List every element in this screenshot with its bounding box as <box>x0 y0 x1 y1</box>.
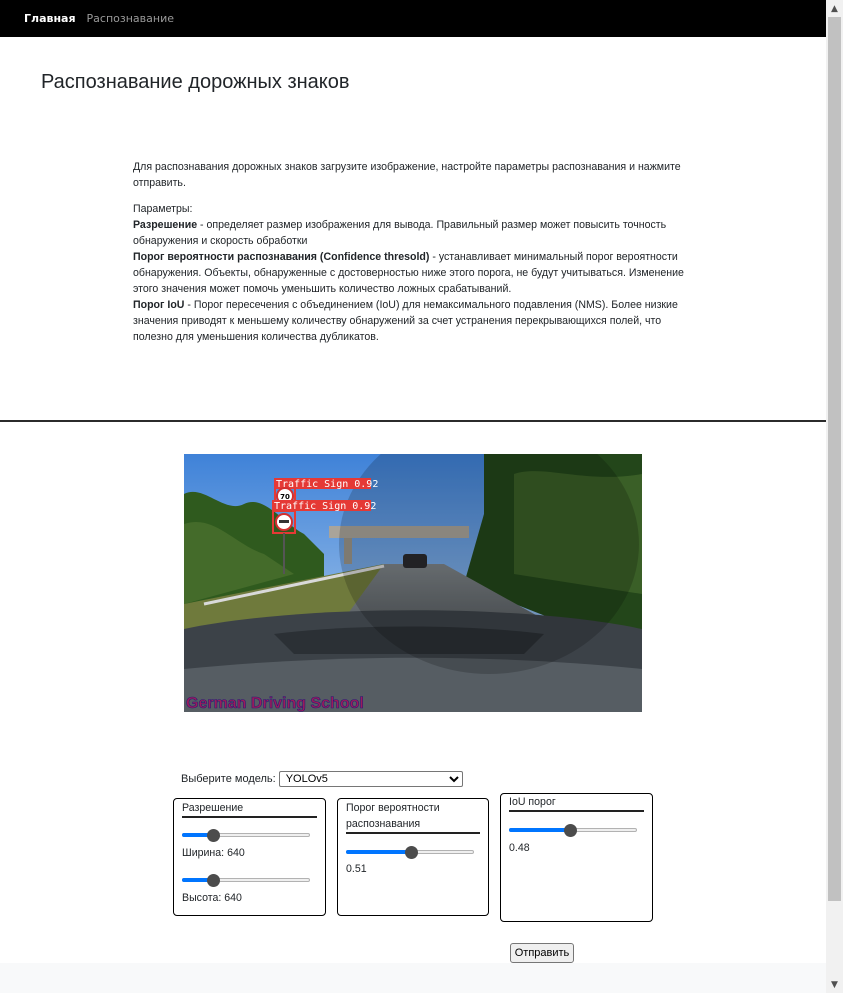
param-resolution: Разрешение - определяет размер изображен… <box>133 217 698 249</box>
resolution-panel-title: Разрешение <box>182 802 244 814</box>
iou-value: 0.48 <box>509 842 530 854</box>
section-divider <box>0 420 826 422</box>
vertical-scrollbar[interactable]: ▲ ▼ <box>826 0 843 993</box>
width-value: Ширина: 640 <box>182 847 245 859</box>
resolution-title-underline <box>182 816 317 818</box>
param-resolution-term: Разрешение <box>133 219 198 231</box>
iou-slider-thumb[interactable] <box>564 824 578 837</box>
confidence-title-underline <box>346 832 480 834</box>
confidence-value: 0.51 <box>346 863 367 875</box>
iou-slider[interactable] <box>509 822 637 837</box>
iou-title-underline <box>509 810 644 812</box>
intro-text: Для распознавания дорожных знаков загруз… <box>133 159 698 345</box>
width-slider-thumb[interactable] <box>206 829 220 842</box>
iou-panel: IoU порог 0.48 <box>500 793 653 922</box>
param-resolution-desc: - определяет размер изображения для выво… <box>133 219 667 247</box>
detection-label-2: Traffic Sign 0.92 <box>274 501 376 512</box>
iou-panel-title: IoU порог <box>509 796 556 808</box>
confidence-slider[interactable] <box>346 844 474 859</box>
no-overtaking-mark <box>279 520 289 523</box>
resolution-panel: Разрешение Ширина: 640 Высота: 640 <box>173 798 326 916</box>
scrollbar-thumb[interactable] <box>828 17 841 901</box>
model-select-label: Выберите модель: <box>181 773 276 785</box>
confidence-slider-thumb[interactable] <box>405 846 419 859</box>
height-slider-thumb[interactable] <box>206 874 220 887</box>
param-iou-term: Порог IoU <box>133 299 185 311</box>
param-confidence: Порог вероятности распознавания (Confide… <box>133 249 698 297</box>
watermark-text: German Driving School <box>186 695 364 712</box>
model-select-row: Выберите модель: YOLOv5 <box>181 771 463 787</box>
params-label: Параметры: <box>133 203 193 215</box>
result-image: Traffic Sign 0.92 70 Traffic Sign 0.92 G… <box>184 454 642 712</box>
confidence-panel: Порог вероятности распознавания 0.51 <box>337 798 489 916</box>
intro-lead: Для распознавания дорожных знаков загруз… <box>133 161 681 189</box>
nav-link-home[interactable]: Главная <box>24 12 76 25</box>
param-iou: Порог IoU - Порог пересечения с объедине… <box>133 297 698 345</box>
param-confidence-term: Порог вероятности распознавания (Confide… <box>133 251 430 263</box>
height-value: Высота: 640 <box>182 892 242 904</box>
submit-button[interactable]: Отправить <box>510 943 574 963</box>
speed-limit-value: 70 <box>280 493 290 501</box>
page-title: Распознавание дорожных знаков <box>41 71 350 93</box>
scroll-down-icon[interactable]: ▼ <box>826 976 843 993</box>
height-slider[interactable] <box>182 872 310 887</box>
confidence-panel-title: Порог вероятности распознавания <box>346 802 440 830</box>
iou-slider-fill <box>509 828 571 832</box>
detection-label-1: Traffic Sign 0.92 <box>276 479 378 490</box>
nav-link-recognition[interactable]: Распознавание <box>87 12 174 25</box>
footer <box>0 963 826 993</box>
scroll-up-icon[interactable]: ▲ <box>826 0 843 17</box>
confidence-slider-fill <box>346 850 412 854</box>
width-slider[interactable] <box>182 827 310 842</box>
param-iou-desc: - Порог пересечения с объединением (IoU)… <box>133 299 678 343</box>
model-select[interactable]: YOLOv5 <box>278 771 463 787</box>
navbar: Главная Распознавание <box>0 0 826 37</box>
params-block: Параметры: Разрешение - определяет разме… <box>133 201 698 345</box>
result-image-svg: Traffic Sign 0.92 70 Traffic Sign 0.92 G… <box>184 454 642 712</box>
